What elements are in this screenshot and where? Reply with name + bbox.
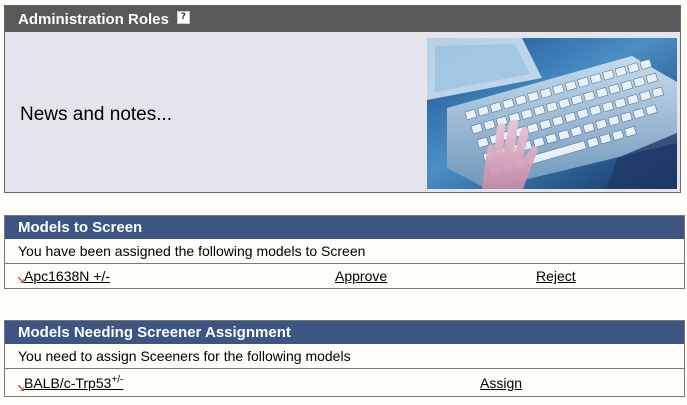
reject-link[interactable]: Reject	[536, 268, 576, 284]
screener-assignment-header: Models Needing Screener Assignment	[5, 321, 684, 344]
screener-assignment-panel: Models Needing Screener Assignment You n…	[4, 320, 685, 397]
table-row: Apc1638N +/- Approve Reject	[5, 263, 684, 288]
model-name: BALB/c-Trp53	[24, 375, 112, 391]
news-and-notes-text: News and notes...	[20, 104, 173, 125]
table-row: BALB/c-Trp53+/- Assign	[5, 368, 684, 396]
models-to-screen-message-row: You have been assigned the following mod…	[5, 239, 684, 263]
models-to-screen-title: Models to Screen	[18, 219, 143, 236]
screener-assignment-message-row: You need to assign Sceeners for the foll…	[5, 344, 684, 368]
allele-superscript: +/-	[111, 374, 124, 386]
models-to-screen-message: You have been assigned the following mod…	[18, 243, 366, 259]
help-icon[interactable]: ?	[176, 10, 190, 24]
keyboard-typing-photo	[427, 38, 677, 189]
screener-assignment-title: Models Needing Screener Assignment	[18, 324, 291, 341]
admin-roles-title: Administration Roles	[18, 10, 169, 28]
model-link-balb-c-trp53[interactable]: BALB/c-Trp53+/-	[24, 375, 123, 391]
admin-roles-header: Administration Roles ?	[5, 6, 680, 32]
assign-link[interactable]: Assign	[480, 375, 522, 391]
models-to-screen-header: Models to Screen	[5, 216, 684, 239]
model-link-apc1638n[interactable]: Apc1638N +/-	[24, 268, 110, 284]
approve-link[interactable]: Approve	[335, 268, 387, 284]
models-to-screen-panel: Models to Screen You have been assigned …	[4, 215, 685, 289]
screener-assignment-message: You need to assign Sceeners for the foll…	[18, 348, 351, 364]
admin-roles-panel: Administration Roles ? News and notes...	[4, 5, 681, 193]
